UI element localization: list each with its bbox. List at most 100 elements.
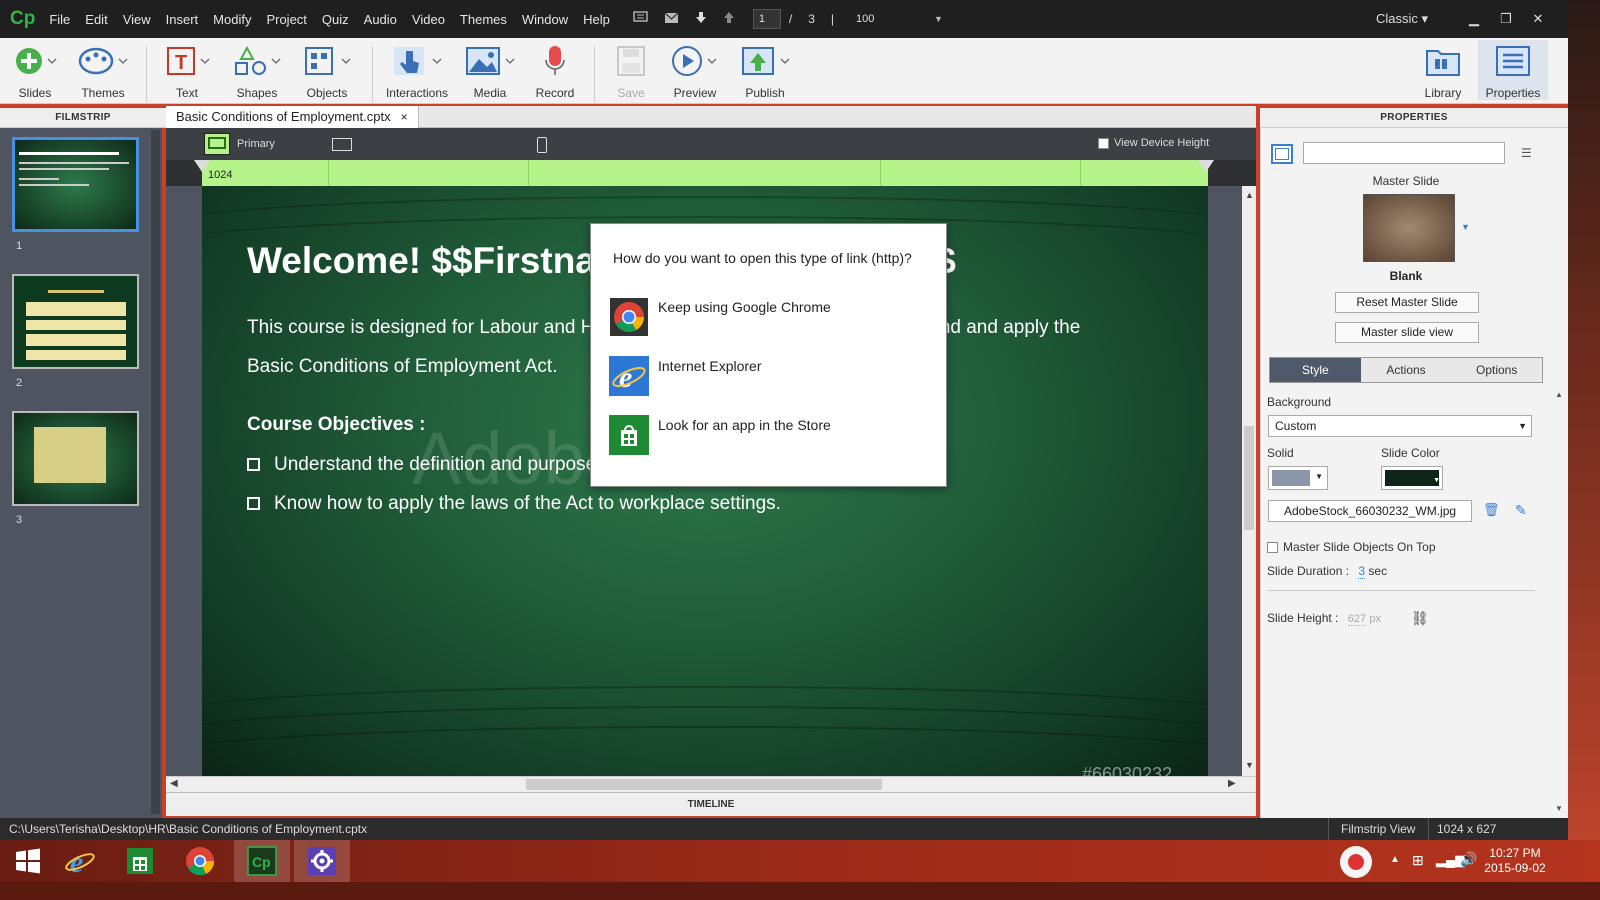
tab-actions[interactable]: Actions [1361, 358, 1452, 382]
slide-color-picker[interactable]: ▼ [1381, 466, 1443, 490]
scroll-thumb[interactable] [526, 779, 882, 790]
tab-style[interactable]: Style [1270, 358, 1361, 382]
menu-edit[interactable]: Edit [85, 12, 107, 27]
menu-help[interactable]: Help [583, 12, 610, 27]
chevron-down-icon: ▼ [1433, 477, 1440, 484]
menu-project[interactable]: Project [266, 12, 306, 27]
checkbox[interactable] [1098, 137, 1109, 149]
timeline-bar[interactable]: TIMELINE [166, 792, 1256, 816]
solid-color-picker[interactable]: ▼ [1268, 466, 1328, 490]
properties-scrollbar[interactable]: ▲ ▼ [1553, 128, 1567, 818]
mobile-device-icon[interactable] [537, 137, 547, 153]
background-select[interactable]: Custom ▼ [1268, 415, 1532, 437]
objective-item[interactable]: Know how to apply the laws of the Act to… [247, 493, 781, 515]
reset-master-slide-button[interactable]: Reset Master Slide [1335, 292, 1479, 313]
scroll-left-icon[interactable]: ◀ [170, 778, 178, 789]
filmstrip-view-toggle[interactable]: Filmstrip View [1328, 818, 1415, 840]
taskbar-captivate[interactable]: Cp [234, 840, 290, 882]
menu-view[interactable]: View [123, 12, 151, 27]
vertical-scrollbar[interactable]: ▲ ▼ [1242, 186, 1256, 776]
filmstrip: 1 2 3 [0, 128, 162, 818]
workspace-switcher[interactable]: Classic ▾ [1376, 11, 1428, 27]
trash-icon[interactable]: 🗑 [1483, 502, 1500, 518]
scroll-right-icon[interactable]: ▶ [1228, 778, 1236, 789]
filmstrip-scrollbar[interactable] [151, 130, 160, 814]
slide-height-unit: px [1369, 613, 1382, 625]
option-internet-explorer[interactable]: e Internet Explorer [609, 356, 762, 396]
scroll-up-icon[interactable]: ▲ [1245, 190, 1254, 200]
option-store[interactable]: Look for an app in the Store [609, 415, 831, 455]
menu-insert[interactable]: Insert [166, 12, 199, 27]
master-objects-on-top-toggle[interactable]: Master Slide Objects On Top [1267, 540, 1436, 554]
arrow-up-icon[interactable] [723, 11, 735, 27]
objects-button[interactable]: Objects [292, 44, 362, 100]
close-button[interactable]: ✕ [1522, 11, 1554, 27]
taskbar-internet-explorer[interactable]: e [52, 840, 108, 882]
ruler-left-handle[interactable] [194, 160, 210, 172]
tablet-device-icon[interactable] [332, 138, 352, 151]
close-tab-icon[interactable]: × [401, 110, 408, 124]
background-image-field[interactable]: AdobeStock_66030232_WM.jpg [1268, 500, 1472, 522]
ruler-right-handle[interactable] [1198, 160, 1214, 172]
maximize-button[interactable]: ❐ [1490, 11, 1522, 27]
arrow-down-icon[interactable] [695, 11, 707, 27]
edit-pencil-icon[interactable]: ✎ [1515, 502, 1527, 519]
tray-expand-icon[interactable]: ▲ [1390, 854, 1400, 865]
properties-button[interactable]: Properties [1478, 40, 1548, 100]
tab-options[interactable]: Options [1451, 358, 1542, 382]
save-button[interactable]: Save [596, 44, 666, 100]
slides-button[interactable]: Slides [0, 44, 70, 100]
desktop-device-icon[interactable] [204, 133, 230, 155]
slide-duration-value[interactable]: 3 [1358, 564, 1366, 579]
mail-icon[interactable] [664, 12, 679, 27]
text-button[interactable]: T Text [152, 44, 222, 100]
taskbar-chrome[interactable] [172, 840, 228, 882]
taskbar-settings[interactable] [294, 840, 350, 882]
slide-thumbnail[interactable] [12, 137, 139, 232]
intro-text-line[interactable]: Basic Conditions of Employment Act. [247, 356, 557, 378]
scroll-thumb[interactable] [1244, 426, 1254, 530]
document-tab[interactable]: Basic Conditions of Employment.cptx × [166, 106, 419, 128]
media-button[interactable]: Media [455, 44, 525, 100]
menu-video[interactable]: Video [412, 12, 445, 27]
record-button[interactable]: Record [520, 44, 590, 100]
horizontal-scrollbar[interactable]: ◀ ▶ [166, 776, 1256, 792]
publish-button[interactable]: Publish [730, 44, 800, 100]
tray-windows-icon[interactable]: ⊞ [1412, 852, 1424, 869]
start-button[interactable] [0, 840, 56, 882]
slide-thumbnail[interactable] [12, 411, 139, 506]
slide-thumbnail[interactable] [12, 274, 139, 369]
current-slide-input[interactable]: 1 [752, 9, 781, 29]
menu-file[interactable]: File [49, 12, 70, 27]
link-icon[interactable]: ⛓ [1411, 610, 1429, 627]
menu-modify[interactable]: Modify [213, 12, 251, 27]
slide-name-input[interactable] [1303, 142, 1505, 164]
master-dropdown-icon[interactable]: ▼ [1461, 222, 1470, 232]
shapes-button[interactable]: Shapes [222, 44, 292, 100]
master-slide-thumbnail[interactable] [1363, 194, 1455, 262]
minimize-button[interactable]: ▁ [1458, 11, 1490, 27]
notification-avatar[interactable] [1340, 846, 1372, 878]
scroll-down-icon[interactable]: ▼ [1245, 760, 1254, 770]
menu-window[interactable]: Window [522, 12, 568, 27]
interactions-button[interactable]: Interactions [382, 44, 452, 100]
clock[interactable]: 10:27 PM 2015-09-02 [1480, 846, 1550, 876]
objectives-heading[interactable]: Course Objectives : [247, 414, 425, 436]
option-chrome[interactable]: Keep using Google Chrome [609, 297, 831, 337]
properties-header: PROPERTIES [1260, 108, 1568, 128]
library-button[interactable]: Library [1408, 44, 1478, 100]
zoom-select[interactable]: 100 [856, 13, 926, 25]
menu-audio[interactable]: Audio [364, 12, 397, 27]
master-slide-view-button[interactable]: Master slide view [1335, 322, 1479, 343]
panel-menu-icon[interactable]: ☰ [1521, 146, 1532, 160]
checkbox[interactable] [1267, 542, 1278, 554]
preview-button[interactable]: Preview [660, 44, 730, 100]
taskbar-store[interactable] [112, 840, 168, 882]
volume-icon[interactable]: 🔊 [1460, 851, 1477, 868]
view-device-height-toggle[interactable]: View Device Height [1098, 137, 1209, 149]
chevron-down-icon[interactable]: ▼ [934, 14, 943, 24]
menu-themes[interactable]: Themes [460, 12, 507, 27]
themes-button[interactable]: Themes [68, 44, 138, 100]
menu-quiz[interactable]: Quiz [322, 12, 349, 27]
comment-icon[interactable] [633, 11, 648, 27]
